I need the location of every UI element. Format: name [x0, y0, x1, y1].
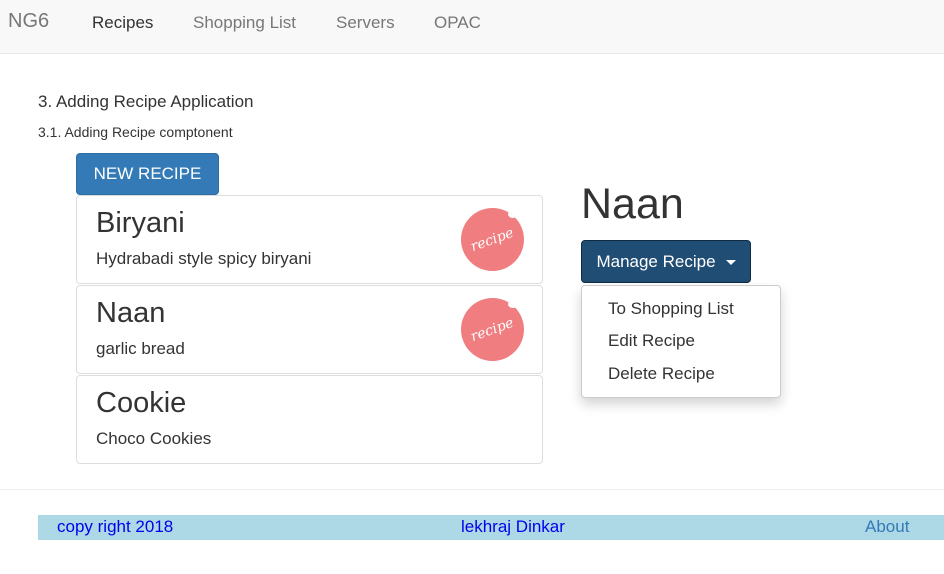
- menu-item-to-shopping-list[interactable]: To Shopping List: [608, 299, 734, 319]
- recipe-description: Choco Cookies: [96, 429, 212, 448]
- caret-down-icon: [725, 260, 736, 265]
- recipe-thumbnail-text: recipe: [468, 224, 517, 255]
- nav-link-recipes[interactable]: Recipes: [92, 13, 153, 33]
- menu-item-edit-recipe[interactable]: Edit Recipe: [608, 331, 695, 351]
- manage-recipe-dropdown-button[interactable]: Manage Recipe: [581, 240, 751, 283]
- recipe-description: Hydrabadi style spicy biryani: [96, 249, 312, 268]
- recipe-thumbnail-text: recipe: [468, 314, 517, 345]
- nav-link-opac[interactable]: OPAC: [434, 13, 481, 33]
- recipe-list-item[interactable]: Biryani Hydrabadi style spicy biryani re…: [76, 195, 543, 284]
- top-navbar: NG6 Recipes Shopping List Servers OPAC: [0, 0, 944, 54]
- recipe-detail-title: Naan: [581, 180, 684, 228]
- manage-recipe-label: Manage Recipe: [596, 251, 716, 271]
- recipe-name: Biryani: [96, 207, 185, 239]
- nav-link-servers[interactable]: Servers: [336, 13, 395, 33]
- footer-about-link[interactable]: About: [865, 517, 909, 537]
- recipe-name: Naan: [96, 297, 166, 329]
- recipe-list-item[interactable]: Cookie Choco Cookies: [76, 375, 543, 464]
- nav-link-shopping-list[interactable]: Shopping List: [193, 13, 296, 33]
- subsection-heading: 3.1. Adding Recipe comptonent: [38, 124, 233, 140]
- recipe-description: garlic bread: [96, 339, 185, 358]
- footer-copyright: copy right 2018: [57, 517, 174, 536]
- recipe-thumbnail-image: recipe: [461, 208, 524, 271]
- footer-divider: [0, 489, 944, 490]
- recipe-name: Cookie: [96, 387, 187, 419]
- navbar-brand[interactable]: NG6: [8, 10, 49, 33]
- footer-bar: copy right 2018 lekhraj Dinkar About: [38, 515, 944, 540]
- footer-author: lekhraj Dinkar: [461, 517, 565, 536]
- recipe-list-item[interactable]: Naan garlic bread recipe: [76, 285, 543, 374]
- menu-item-delete-recipe[interactable]: Delete Recipe: [608, 364, 715, 384]
- section-heading: 3. Adding Recipe Application: [38, 92, 254, 111]
- recipe-thumbnail-image: recipe: [461, 298, 524, 361]
- manage-recipe-menu: To Shopping List Edit Recipe Delete Reci…: [581, 285, 781, 398]
- new-recipe-button[interactable]: NEW RECIPE: [76, 153, 219, 195]
